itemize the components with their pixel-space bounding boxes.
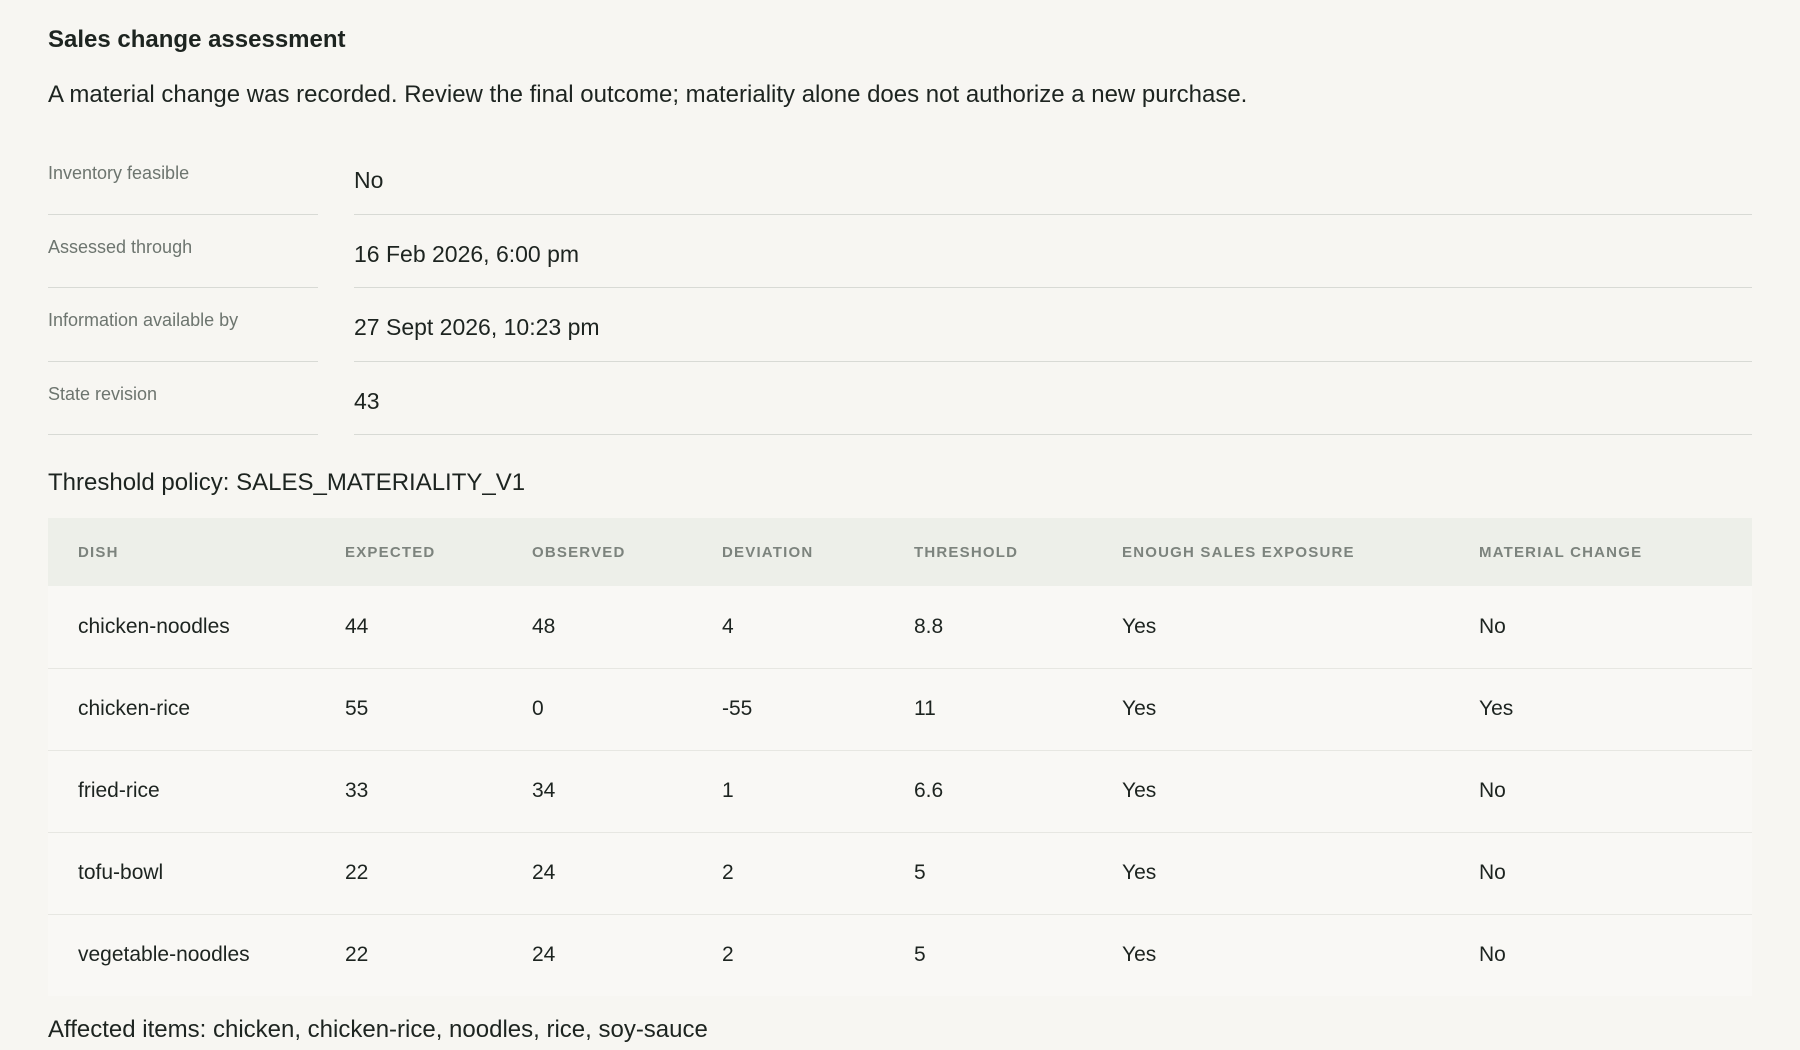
table-row: vegetable-noodles 22 24 2 5 Yes No	[48, 914, 1752, 996]
detail-value: No	[354, 167, 384, 193]
cell-observed: 48	[532, 614, 556, 638]
cell-material-change: No	[1479, 614, 1506, 638]
cell-expected: 55	[345, 697, 369, 720]
detail-row-assessed-through: Assessed through 16 Feb 2026, 6:00 pm	[48, 215, 1752, 288]
table-row: tofu-bowl 22 24 2 5 Yes No	[48, 832, 1752, 914]
detail-row-information-available-by: Information available by 27 Sept 2026, 1…	[48, 288, 1752, 362]
detail-value: 43	[354, 387, 380, 414]
detail-label: Assessed through	[48, 236, 193, 257]
affected-items: Affected items: chicken, chicken-rice, n…	[48, 1016, 708, 1043]
details-list: Inventory feasible No Assessed through 1…	[48, 141, 1752, 435]
cell-deviation: 2	[722, 861, 734, 884]
cell-material-change: No	[1479, 779, 1506, 802]
cell-dish: vegetable-noodles	[78, 943, 250, 967]
cell-material-change: Yes	[1479, 697, 1514, 720]
table-row: fried-rice 33 34 1 6.6 Yes No	[48, 750, 1752, 832]
column-header-dish: DISH	[78, 543, 119, 561]
cell-observed: 24	[532, 861, 556, 884]
cell-observed: 24	[532, 943, 556, 967]
cell-dish: chicken-rice	[78, 697, 191, 720]
cell-observed: 0	[532, 697, 544, 720]
cell-material-change: No	[1479, 943, 1506, 967]
cell-expected: 33	[345, 779, 369, 802]
cell-threshold: 5	[914, 861, 926, 884]
cell-threshold: 5	[914, 943, 926, 967]
detail-value: 27 Sept 2026, 10:23 pm	[354, 314, 600, 340]
cell-dish: chicken-noodles	[78, 614, 230, 638]
sales-change-table: DISH EXPECTED OBSERVED DEVIATION THRESHO…	[48, 518, 1752, 996]
cell-expected: 22	[345, 943, 369, 967]
table-header-row: DISH EXPECTED OBSERVED DEVIATION THRESHO…	[48, 518, 1752, 586]
cell-enough-sales-exposure: Yes	[1122, 861, 1157, 884]
cell-enough-sales-exposure: Yes	[1122, 779, 1157, 802]
sales-change-assessment-page: Sales change assessment A material chang…	[0, 0, 1800, 1050]
column-header-material-change: MATERIAL CHANGE	[1479, 543, 1643, 561]
cell-enough-sales-exposure: Yes	[1122, 943, 1157, 967]
column-header-enough-sales-exposure: ENOUGH SALES EXPOSURE	[1122, 543, 1355, 561]
cell-dish: tofu-bowl	[78, 861, 164, 884]
cell-threshold: 6.6	[914, 779, 944, 802]
section-title: Sales change assessment	[48, 26, 346, 53]
detail-label: State revision	[48, 383, 158, 404]
cell-dish: fried-rice	[78, 779, 160, 802]
threshold-policy: Threshold policy: SALES_MATERIALITY_V1	[48, 469, 526, 496]
cell-threshold: 8.8	[914, 614, 944, 638]
cell-deviation: -55	[722, 697, 753, 720]
column-header-observed: OBSERVED	[532, 543, 626, 561]
column-header-deviation: DEVIATION	[722, 543, 814, 561]
cell-deviation: 2	[722, 943, 734, 967]
cell-threshold: 11	[914, 697, 936, 720]
assessment-summary: A material change was recorded. Review t…	[48, 81, 1248, 108]
cell-enough-sales-exposure: Yes	[1122, 614, 1157, 638]
cell-expected: 22	[345, 861, 369, 884]
detail-label: Inventory feasible	[48, 163, 190, 183]
detail-row-state-revision: State revision 43	[48, 362, 1752, 435]
sales-table: DISH EXPECTED OBSERVED DEVIATION THRESHO…	[48, 518, 1752, 996]
cell-deviation: 4	[722, 614, 734, 638]
table-row: chicken-rice 55 0 -55 11 Yes Yes	[48, 668, 1752, 750]
detail-row-inventory-feasible: Inventory feasible No	[48, 141, 1752, 215]
cell-enough-sales-exposure: Yes	[1122, 697, 1157, 720]
column-header-threshold: THRESHOLD	[914, 543, 1019, 561]
cell-expected: 44	[345, 614, 369, 638]
divider	[354, 434, 1752, 435]
divider	[48, 434, 318, 435]
table-row: chicken-noodles 44 48 4 8.8 Yes No	[48, 586, 1752, 668]
cell-deviation: 1	[722, 779, 734, 802]
detail-value: 16 Feb 2026, 6:00 pm	[354, 240, 580, 267]
cell-material-change: No	[1479, 861, 1506, 884]
detail-label: Information available by	[48, 310, 239, 330]
column-header-expected: EXPECTED	[345, 543, 436, 561]
cell-observed: 34	[532, 779, 556, 802]
